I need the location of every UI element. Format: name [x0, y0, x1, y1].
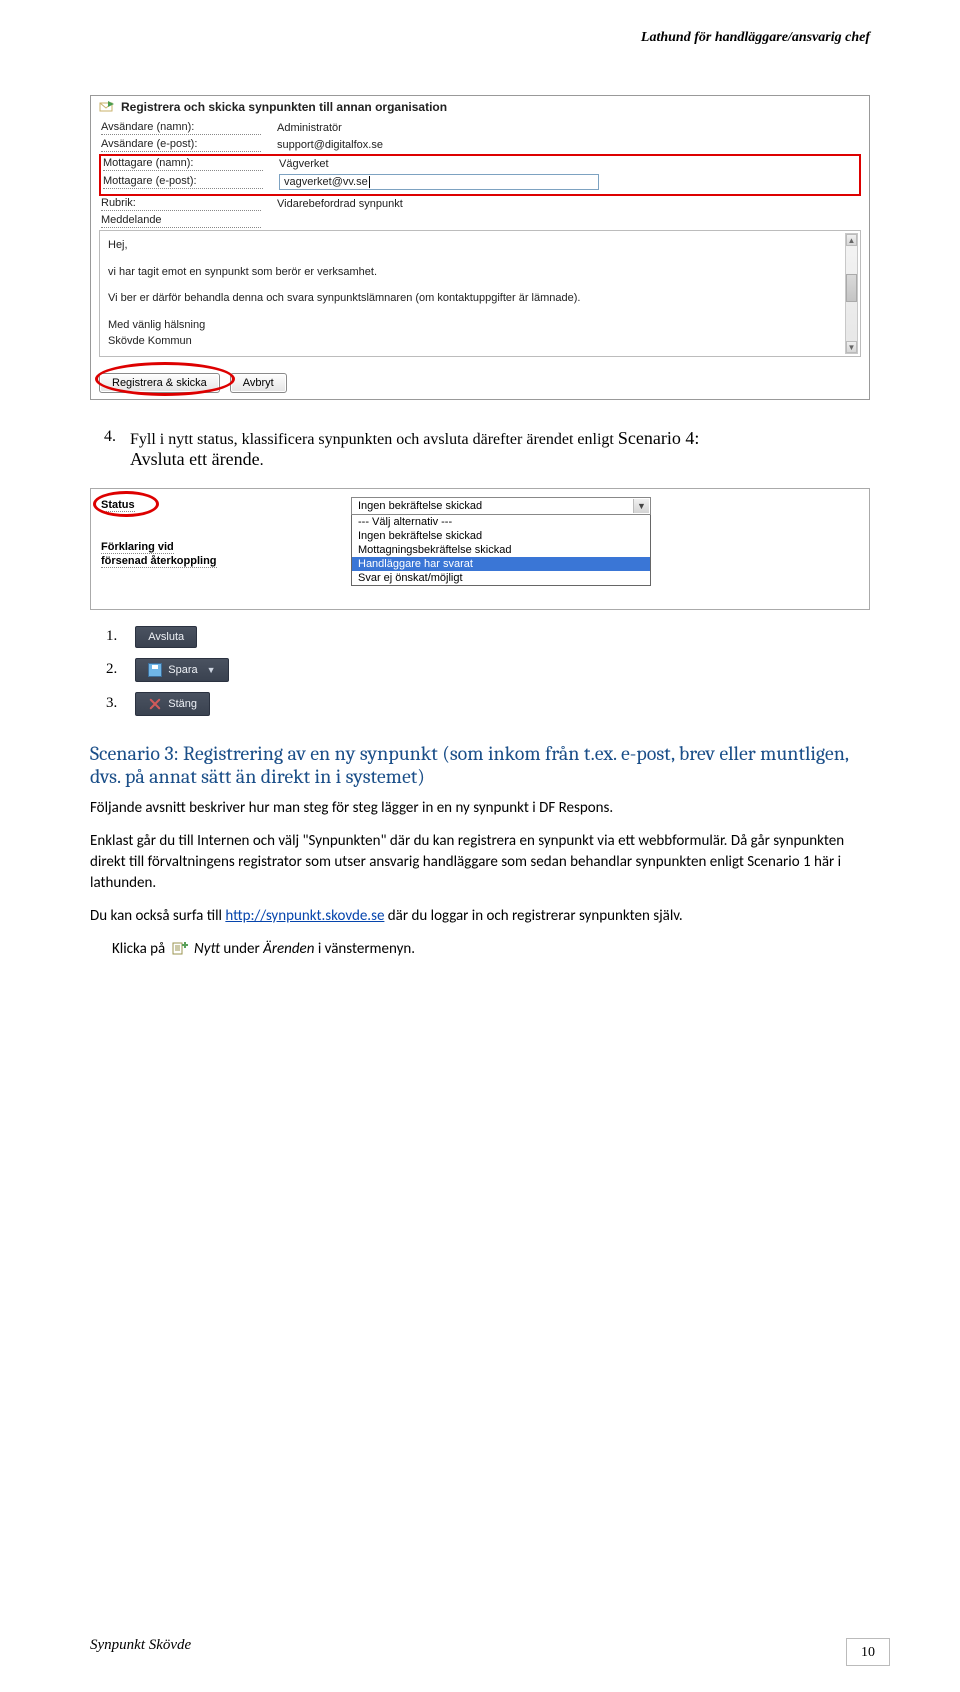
recipient-mail-row: Mottagare (e-post): vagverket@vv.se [101, 173, 859, 193]
recipient-name-row: Mottagare (namn): Vägverket [101, 157, 859, 173]
msg-line: Med vänlig hälsning [108, 317, 852, 334]
status-option-list[interactable]: --- Välj alternativ ---Ingen bekräftelse… [351, 515, 651, 586]
status-option[interactable]: Mottagningsbekräftelse skickad [352, 543, 650, 557]
close-x-icon [148, 697, 162, 711]
small-step-2: 2. Spara ▼ [106, 658, 870, 682]
step-4-text: Fyll i nytt status, klassificera synpunk… [130, 428, 699, 470]
new-document-icon [171, 941, 189, 955]
running-header: Lathund för handläggare/ansvarig chef [641, 30, 870, 46]
nytt-paragraph: Klicka på Nytt under Ärenden i vänsterme… [112, 939, 870, 960]
message-label: Meddelande [101, 214, 261, 228]
intro-paragraph: Följande avsnitt beskriver hur man steg … [90, 798, 870, 819]
step-number: 3. [106, 695, 117, 712]
delay-line2: försenad återkoppling [101, 555, 217, 568]
status-option[interactable]: Handläggare har svarat [352, 557, 650, 571]
form-title-row: Registrera och skicka synpunkten till an… [91, 96, 869, 120]
status-option[interactable]: --- Välj alternativ --- [352, 515, 650, 529]
avsluta-button[interactable]: Avsluta [135, 626, 197, 648]
avsluta-label: Avsluta [148, 631, 184, 643]
scroll-up-icon[interactable]: ▲ [846, 234, 857, 246]
sender-mail-row: Avsändare (e-post): support@digitalfox.s… [91, 137, 869, 154]
status-label: Status [101, 499, 135, 512]
stang-button[interactable]: Stäng [135, 692, 210, 716]
stang-label: Stäng [168, 698, 197, 710]
message-textarea[interactable]: Hej, vi har tagit emot en synpunkt som b… [99, 230, 861, 357]
subject-row: Rubrik: Vidarebefordrad synpunkt [91, 196, 869, 213]
scenario-3-heading: Scenario 3: Registrering av en ny synpun… [90, 742, 870, 788]
status-left: Status Förklaring vid försenad återkoppl… [101, 499, 217, 569]
scrollbar[interactable]: ▲ ▼ [845, 233, 858, 354]
p3-lead: Du kan också surfa till [90, 907, 225, 925]
forward-form-screenshot: Registrera och skicka synpunkten till an… [90, 95, 870, 400]
scroll-down-icon[interactable]: ▼ [846, 341, 857, 353]
small-step-1: 1. Avsluta [106, 626, 870, 648]
msg-line: Skövde Kommun [108, 333, 852, 350]
p4-trail: i vänstermenyn. [318, 940, 415, 958]
chevron-down-icon: ▼ [207, 665, 216, 675]
delay-explanation-label: Förklaring vid försenad återkoppling [101, 540, 217, 569]
recipient-mail-value: vagverket@vv.se [284, 176, 368, 188]
status-option[interactable]: Ingen bekräftelse skickad [352, 529, 650, 543]
message-label-row: Meddelande [91, 213, 869, 228]
msg-line: Hej, [108, 237, 852, 254]
step-number: 1. [106, 628, 117, 645]
status-option[interactable]: Svar ej önskat/möjligt [352, 571, 650, 585]
scenario-4-label: Scenario 4: [618, 428, 699, 448]
internen-paragraph: Enklast går du till Internen och välj "S… [90, 831, 870, 894]
page-number: 10 [846, 1638, 890, 1666]
nytt-text: Nytt [194, 940, 220, 958]
arenden-text: Ärenden [263, 940, 314, 958]
register-send-button[interactable]: Registrera & skicka [99, 373, 220, 393]
recipient-mail-input[interactable]: vagverket@vv.se [279, 174, 599, 190]
sender-name-value: Administratör [273, 121, 859, 135]
recipient-mail-field[interactable]: vagverket@vv.se [275, 173, 857, 191]
step-number: 4. [104, 428, 120, 470]
msg-line: Vi ber er därför behandla denna och svar… [108, 290, 852, 307]
mail-forward-icon [99, 100, 115, 114]
status-current-value: Ingen bekräftelse skickad [358, 500, 482, 512]
form-title: Registrera och skicka synpunkten till an… [121, 100, 447, 114]
status-dropdown[interactable]: Ingen bekräftelse skickad ▼ --- Välj alt… [351, 497, 651, 586]
footer-title: Synpunkt Skövde [90, 1637, 191, 1654]
recipient-mail-label: Mottagare (e-post): [103, 175, 263, 189]
step-4-lead: Fyll i nytt status, klassificera synpunk… [130, 431, 618, 448]
subject-value: Vidarebefordrad synpunkt [273, 197, 859, 211]
form-button-row: Registrera & skicka Avbryt [99, 373, 287, 393]
recipient-highlight-box: Mottagare (namn): Vägverket Mottagare (e… [99, 154, 861, 196]
delay-line1: Förklaring vid [101, 541, 174, 554]
sender-name-label: Avsändare (namn): [101, 121, 261, 135]
cancel-button[interactable]: Avbryt [230, 373, 287, 393]
save-disk-icon [148, 663, 162, 677]
p4-under: under [223, 940, 263, 958]
subject-label: Rubrik: [101, 197, 261, 211]
status-screenshot: Status Förklaring vid försenad återkoppl… [90, 488, 870, 610]
step-4: 4. Fyll i nytt status, klassificera synp… [104, 428, 870, 470]
p3-trail: där du loggar in och registrerar synpunk… [384, 907, 682, 925]
step-number: 2. [106, 661, 117, 678]
spara-label: Spara [168, 664, 197, 676]
synpunkt-link[interactable]: http://synpunkt.skovde.se [225, 907, 384, 925]
recipient-name-label: Mottagare (namn): [103, 157, 263, 171]
scroll-thumb[interactable] [846, 274, 857, 302]
step-4-period: . [260, 452, 264, 469]
p4-lead: Klicka på [112, 940, 169, 958]
link-paragraph: Du kan också surfa till http://synpunkt.… [90, 906, 870, 927]
small-step-3: 3. Stäng [106, 692, 870, 716]
sender-name-row: Avsändare (namn): Administratör [91, 120, 869, 137]
msg-line: vi har tagit emot en synpunkt som berör … [108, 264, 852, 281]
small-steps: 1. Avsluta 2. Spara ▼ 3. Stäng [106, 626, 870, 716]
chevron-down-icon[interactable]: ▼ [633, 499, 649, 513]
sender-mail-value: support@digitalfox.se [273, 138, 859, 152]
recipient-name-value[interactable]: Vägverket [275, 157, 857, 171]
spara-button[interactable]: Spara ▼ [135, 658, 228, 682]
status-current[interactable]: Ingen bekräftelse skickad ▼ [351, 497, 651, 515]
text-cursor-icon [369, 176, 370, 188]
scenario-4-ref: Scenario 4: [618, 428, 699, 448]
sender-mail-label: Avsändare (e-post): [101, 138, 261, 152]
scenario-4-title: Avsluta ett ärende [130, 449, 260, 469]
